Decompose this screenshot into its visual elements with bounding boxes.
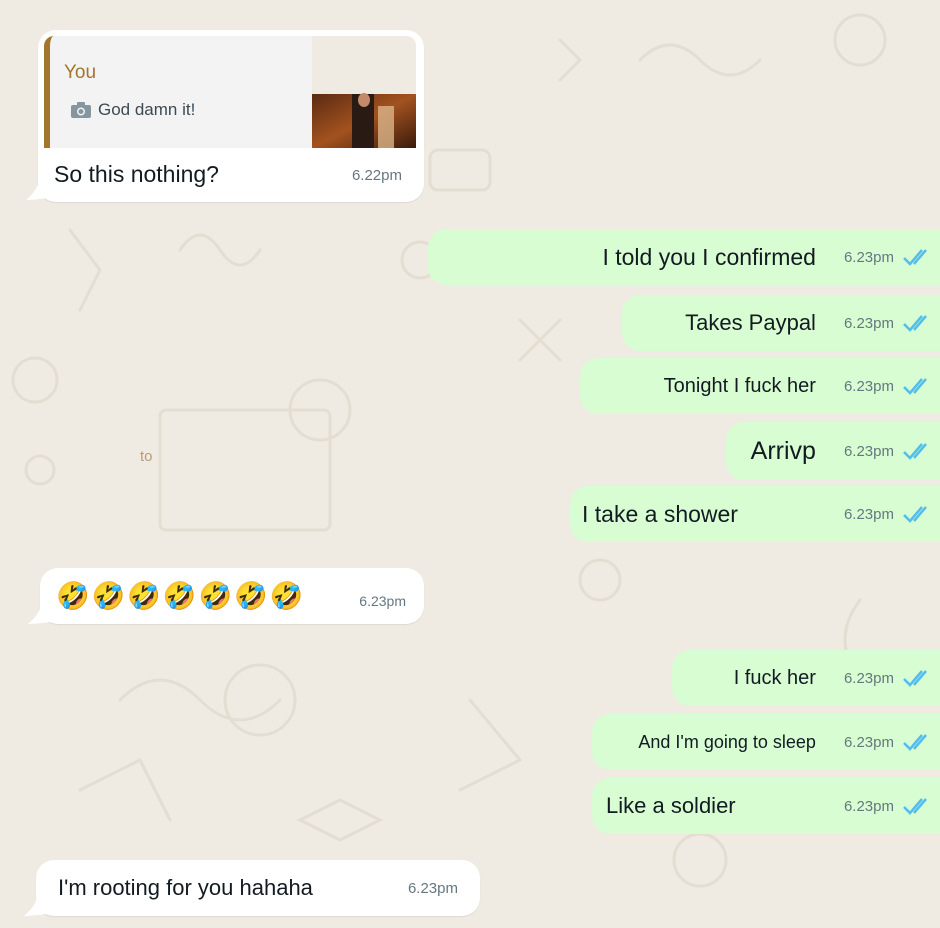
message-time: 6.23pm bbox=[843, 442, 894, 460]
message-text: Takes Paypal bbox=[685, 310, 816, 335]
message-text: I told you I confirmed bbox=[602, 243, 816, 270]
bubble-tail bbox=[28, 602, 50, 624]
message-text: Arrivp bbox=[750, 436, 816, 465]
quoted-text: God damn it! bbox=[98, 100, 196, 119]
message-text: And I'm going to sleep bbox=[638, 731, 816, 752]
outgoing-message[interactable]: I take a shower 6.23pm bbox=[570, 486, 940, 542]
message-text: I'm rooting for you hahaha bbox=[58, 875, 313, 900]
read-receipt-icon bbox=[903, 315, 927, 332]
outgoing-message[interactable]: Like a soldier 6.23pm bbox=[592, 778, 940, 834]
camera-icon bbox=[71, 102, 91, 118]
outgoing-message[interactable]: Tonight I fuck her 6.23pm bbox=[580, 358, 940, 414]
outgoing-message[interactable]: Takes Paypal 6.23pm bbox=[622, 295, 940, 351]
read-receipt-icon bbox=[903, 249, 927, 266]
message-text: So this nothing? bbox=[54, 161, 219, 187]
message-text: Tonight I fuck her bbox=[663, 374, 816, 397]
message-text: I take a shower bbox=[582, 500, 738, 527]
incoming-message[interactable]: 🤣🤣🤣🤣🤣🤣🤣 6.23pm bbox=[40, 568, 424, 624]
message-text: I fuck her bbox=[733, 666, 816, 689]
read-receipt-icon bbox=[903, 378, 927, 395]
message-time: 6.23pm bbox=[843, 505, 894, 523]
emoji-message: 🤣🤣🤣🤣🤣🤣🤣 bbox=[56, 581, 306, 612]
outgoing-message[interactable]: And I'm going to sleep 6.23pm bbox=[592, 714, 940, 770]
message-time: 6.23pm bbox=[843, 669, 894, 687]
outgoing-message[interactable]: I fuck her 6.23pm bbox=[672, 650, 940, 706]
message-time: 6.23pm bbox=[843, 314, 894, 332]
outgoing-message[interactable]: I told you I confirmed 6.23pm bbox=[428, 229, 940, 285]
outgoing-message[interactable]: Arrivp 6.23pm bbox=[726, 422, 940, 480]
quoted-message[interactable]: You God damn it! bbox=[44, 36, 416, 148]
read-receipt-icon bbox=[903, 734, 927, 751]
message-time: 6.23pm bbox=[359, 593, 406, 609]
message-time: 6.23pm bbox=[843, 248, 894, 266]
wallpaper-text: to bbox=[140, 448, 153, 465]
message-time: 6.22pm bbox=[351, 167, 402, 184]
message-time: 6.23pm bbox=[843, 733, 894, 751]
read-receipt-icon bbox=[903, 798, 927, 815]
read-receipt-icon bbox=[903, 670, 927, 687]
incoming-message[interactable]: I'm rooting for you hahaha 6.23pm bbox=[36, 860, 480, 916]
read-receipt-icon bbox=[903, 443, 927, 460]
bubble-tail bbox=[24, 894, 46, 916]
message-text: Like a soldier bbox=[606, 793, 736, 818]
bubble-tail bbox=[26, 178, 48, 200]
quoted-photo-thumbnail bbox=[312, 36, 416, 148]
quoted-sender: You bbox=[64, 62, 97, 83]
message-time: 6.23pm bbox=[843, 377, 894, 395]
message-time: 6.23pm bbox=[843, 797, 894, 815]
quoted-line: God damn it! bbox=[70, 100, 195, 120]
read-receipt-icon bbox=[903, 506, 927, 523]
message-time: 6.23pm bbox=[407, 879, 458, 897]
